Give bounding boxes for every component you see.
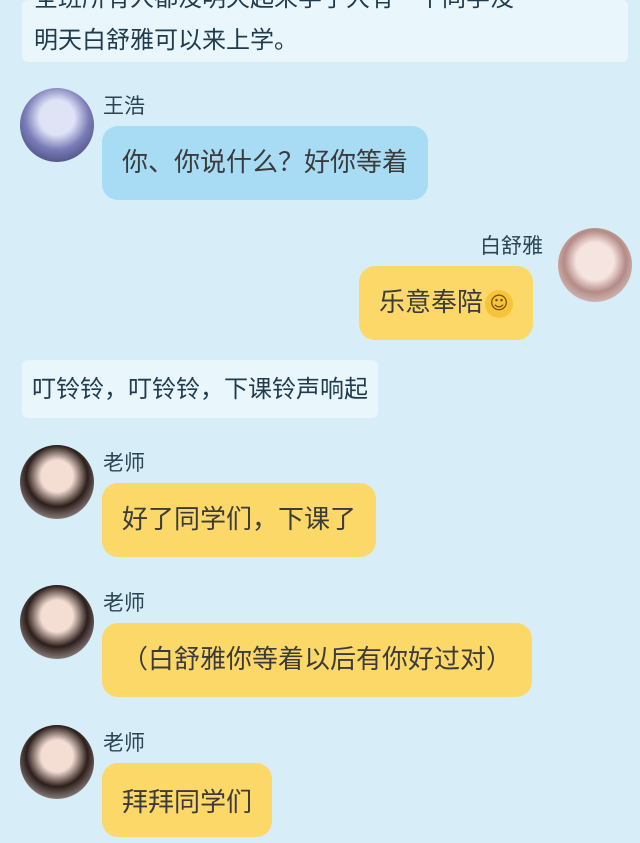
narration-text: 明天白舒雅可以来上学。 bbox=[34, 26, 298, 54]
message-bubble[interactable]: 你、你说什么？好你等着 bbox=[102, 126, 429, 200]
message-bubble[interactable]: 乐意奉陪 ☺ bbox=[359, 266, 534, 340]
message-text: 乐意奉陪 bbox=[379, 288, 484, 318]
sender-name: 老师 bbox=[103, 451, 145, 475]
sender-name: 白舒雅 bbox=[480, 234, 543, 258]
narration-box-top: 全班所有人都没明天起来学了大有一个同学没 明天白舒雅可以来上学。 bbox=[22, 0, 628, 62]
sender-name: 王浩 bbox=[103, 94, 145, 118]
avatar-teacher-icon[interactable] bbox=[20, 445, 94, 519]
avatar-teacher-icon[interactable] bbox=[20, 585, 94, 659]
wink-smile-emoji-icon: ☺ bbox=[485, 289, 514, 318]
narration-text: 叮铃铃，叮铃铃，下课铃声响起 bbox=[32, 375, 368, 403]
message-bubble[interactable]: 好了同学们，下课了 bbox=[102, 483, 377, 557]
avatar-girl-icon[interactable] bbox=[558, 228, 632, 302]
avatar-teacher-icon[interactable] bbox=[20, 725, 94, 799]
narration-box: 叮铃铃，叮铃铃，下课铃声响起 bbox=[22, 360, 378, 418]
sender-name: 老师 bbox=[103, 591, 145, 615]
message-bubble[interactable]: 拜拜同学们 bbox=[102, 763, 273, 837]
message-bubble[interactable]: （白舒雅你等着以后有你好过对） bbox=[102, 623, 533, 697]
avatar-boy-icon[interactable] bbox=[20, 88, 94, 162]
sender-name: 老师 bbox=[103, 731, 145, 755]
narration-text-clipped: 全班所有人都没明天起来学了大有一个同学没 bbox=[34, 0, 514, 18]
